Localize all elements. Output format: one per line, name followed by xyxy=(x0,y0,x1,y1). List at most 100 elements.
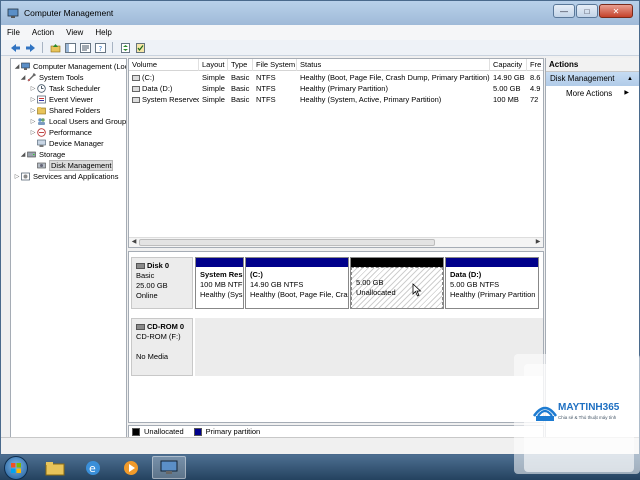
more-actions-item[interactable]: More Actions ▶ xyxy=(546,86,639,101)
partition-size: 5.00 GB NTFS xyxy=(450,280,500,289)
show-hide-tree-button[interactable] xyxy=(64,42,76,54)
tree-item-shared-folders[interactable]: ▷ Shared Folders xyxy=(29,105,101,116)
window-title: Computer Management xyxy=(24,8,114,18)
taskbar-explorer[interactable] xyxy=(38,456,72,479)
tree-label: Computer Management (Local) xyxy=(33,62,127,71)
table-row[interactable]: Data (D:) Simple Basic NTFS Healthy (Pri… xyxy=(129,83,543,94)
collapse-arrow-icon[interactable]: ◢ xyxy=(19,151,27,158)
expand-arrow-icon[interactable]: ▷ xyxy=(13,173,21,180)
svg-text:?: ? xyxy=(98,45,102,53)
console-tree-icon xyxy=(64,42,76,53)
tree-item-event-viewer[interactable]: ▷ Event Viewer xyxy=(29,94,93,105)
volume-status: Healthy (Primary Partition) xyxy=(300,84,388,93)
actions-group-disk-management[interactable]: Disk Management ▲ xyxy=(546,72,639,86)
column-header-capacity[interactable]: Capacity xyxy=(490,59,527,71)
up-folder-button[interactable] xyxy=(49,42,61,54)
minimize-button[interactable]: — xyxy=(553,4,575,18)
horizontal-scrollbar[interactable]: ◀ ▶ xyxy=(129,237,543,247)
column-header-layout[interactable]: Layout xyxy=(199,59,228,71)
volume-capacity: 5.00 GB xyxy=(493,84,521,93)
services-icon xyxy=(21,172,30,181)
volume-layout: Simple xyxy=(202,95,225,104)
tree-label: Services and Applications xyxy=(33,172,119,181)
collapse-arrow-icon[interactable]: ◢ xyxy=(13,63,21,70)
export-list-button[interactable] xyxy=(134,42,146,54)
expand-arrow-icon[interactable]: ▷ xyxy=(29,118,37,125)
column-header-volume[interactable]: Volume xyxy=(129,59,199,71)
expand-arrow-icon[interactable]: ▷ xyxy=(29,85,37,92)
collapse-arrow-icon[interactable]: ◢ xyxy=(19,74,27,81)
maximize-button[interactable]: □ xyxy=(576,4,598,18)
scrollbar-thumb[interactable] xyxy=(139,239,435,246)
tree-item-services-applications[interactable]: ▷ Services and Applications xyxy=(13,171,119,182)
scroll-right-icon[interactable]: ▶ xyxy=(533,238,543,247)
title-bar[interactable]: Computer Management — □ ✕ xyxy=(1,1,639,25)
refresh-button[interactable] xyxy=(119,42,131,54)
details-pane: Volume Layout Type File System Status Ca… xyxy=(128,58,544,453)
column-header-free-space[interactable]: Fre xyxy=(527,59,543,71)
back-button[interactable] xyxy=(9,42,21,54)
partition-system-reserved[interactable]: System Res 100 MB NTF Healthy (Sys xyxy=(195,257,244,309)
volume-type: Basic xyxy=(231,84,250,93)
disk-graphical-view: Disk 0 Basic 25.00 GB Online System Res … xyxy=(128,251,544,423)
watermark-brand: MAYTINH365 xyxy=(558,402,620,413)
volume-list: Volume Layout Type File System Status Ca… xyxy=(128,58,544,248)
tree-item-storage[interactable]: ◢ Storage xyxy=(19,149,66,160)
table-row[interactable]: (C:) Simple Basic NTFS Healthy (Boot, Pa… xyxy=(129,72,543,83)
taskbar-media-player[interactable] xyxy=(114,456,148,479)
media-player-icon xyxy=(124,460,138,475)
legend-label-unallocated: Unallocated xyxy=(144,427,184,436)
column-header-file-system[interactable]: File System xyxy=(253,59,297,71)
legend-swatch-primary xyxy=(193,427,202,436)
close-button[interactable]: ✕ xyxy=(599,4,633,18)
expand-arrow-icon[interactable]: ▷ xyxy=(29,129,37,136)
shared-folder-icon xyxy=(37,107,46,115)
tree-item-performance[interactable]: ▷ Performance xyxy=(29,127,92,138)
help-button[interactable]: ? xyxy=(94,42,106,54)
refresh-icon xyxy=(120,42,130,53)
tree-item-computer-management[interactable]: ◢ Computer Management (Local) xyxy=(13,61,127,72)
menu-file[interactable]: File xyxy=(7,28,20,37)
partition-name: System Res xyxy=(200,270,243,279)
menu-view[interactable]: View xyxy=(66,28,83,37)
laptop-wifi-icon xyxy=(532,406,558,421)
properties-icon xyxy=(79,42,91,53)
taskbar-computer-management[interactable] xyxy=(152,456,186,479)
partition-unallocated[interactable]: 5.00 GB Unallocated xyxy=(350,257,444,309)
unallocated-bar xyxy=(351,258,443,267)
properties-button[interactable] xyxy=(79,42,91,54)
collapse-up-icon[interactable]: ▲ xyxy=(627,72,633,86)
folder-icon xyxy=(45,461,65,475)
volume-layout: Simple xyxy=(202,73,225,82)
menu-action[interactable]: Action xyxy=(32,28,54,37)
tree-item-task-scheduler[interactable]: ▷ Task Scheduler xyxy=(29,83,101,94)
partition-size: 14.90 GB NTFS xyxy=(250,280,304,289)
forward-button[interactable] xyxy=(24,42,36,54)
partition-c[interactable]: (C:) 14.90 GB NTFS Healthy (Boot, Page F… xyxy=(245,257,349,309)
scroll-left-icon[interactable]: ◀ xyxy=(129,238,139,247)
expand-arrow-icon[interactable]: ▷ xyxy=(29,96,37,103)
cd-rom-0-label[interactable]: CD-ROM 0 CD-ROM (F:) No Media xyxy=(131,318,193,376)
tree-label: Disk Management xyxy=(49,160,114,171)
partition-name: (C:) xyxy=(250,270,263,279)
taskbar-internet-explorer[interactable]: e xyxy=(76,456,110,479)
partition-data-d[interactable]: Data (D:) 5.00 GB NTFS Healthy (Primary … xyxy=(445,257,539,309)
table-row[interactable]: System Reserved Simple Basic NTFS Health… xyxy=(129,94,543,105)
column-header-status[interactable]: Status xyxy=(297,59,490,71)
tree-item-disk-management[interactable]: Disk Management xyxy=(37,160,114,171)
actions-title: Actions xyxy=(546,58,639,72)
tree-item-local-users-groups[interactable]: ▷ Local Users and Groups xyxy=(29,116,126,127)
disk-kind: Basic xyxy=(136,271,155,280)
menu-help[interactable]: Help xyxy=(95,28,111,37)
disk-0-label[interactable]: Disk 0 Basic 25.00 GB Online xyxy=(131,257,193,309)
volume-capacity: 100 MB xyxy=(493,95,519,104)
volume-name: (C:) xyxy=(142,73,155,82)
tree-item-system-tools[interactable]: ◢ System Tools xyxy=(19,72,83,83)
tree-label: Event Viewer xyxy=(49,95,94,104)
expand-arrow-icon[interactable]: ▷ xyxy=(29,107,37,114)
tree-item-device-manager[interactable]: Device Manager xyxy=(37,138,104,149)
cd-rom-icon xyxy=(136,324,145,330)
primary-partition-bar xyxy=(246,258,348,267)
start-button[interactable] xyxy=(4,456,28,480)
column-header-type[interactable]: Type xyxy=(228,59,253,71)
